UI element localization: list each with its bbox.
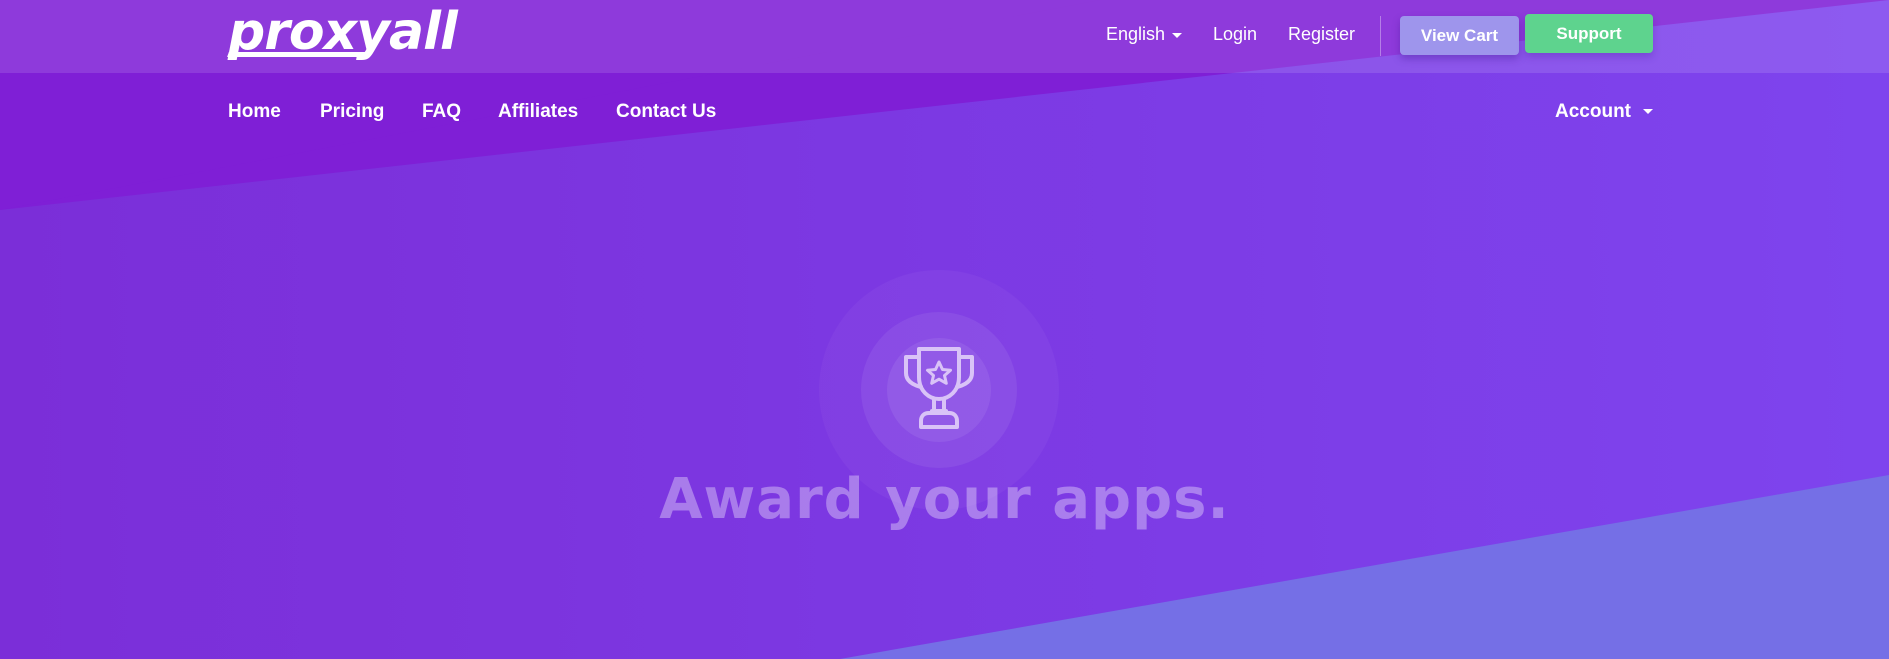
view-cart-button[interactable]: View Cart — [1400, 16, 1519, 55]
nav-contact-us[interactable]: Contact Us — [616, 99, 716, 125]
caret-down-icon — [1643, 109, 1653, 115]
logo-underline — [227, 52, 371, 57]
register-link[interactable]: Register — [1288, 21, 1355, 47]
login-link[interactable]: Login — [1213, 21, 1257, 47]
nav-faq[interactable]: FAQ — [422, 99, 461, 125]
trophy-icon — [904, 347, 974, 429]
account-label: Account — [1555, 101, 1631, 122]
language-label: English — [1106, 24, 1166, 44]
nav-home[interactable]: Home — [228, 99, 281, 125]
hero-headline: Award your apps. — [659, 467, 1230, 532]
caret-down-icon — [1172, 32, 1183, 38]
nav-pricing[interactable]: Pricing — [320, 99, 384, 125]
account-dropdown[interactable]: Account — [1555, 99, 1653, 125]
topbar-divider — [1380, 16, 1381, 56]
support-button[interactable]: Support — [1525, 14, 1653, 53]
logo[interactable]: proxyall — [228, 6, 458, 58]
language-selector[interactable]: English — [1106, 21, 1183, 47]
nav-affiliates[interactable]: Affiliates — [498, 99, 578, 125]
